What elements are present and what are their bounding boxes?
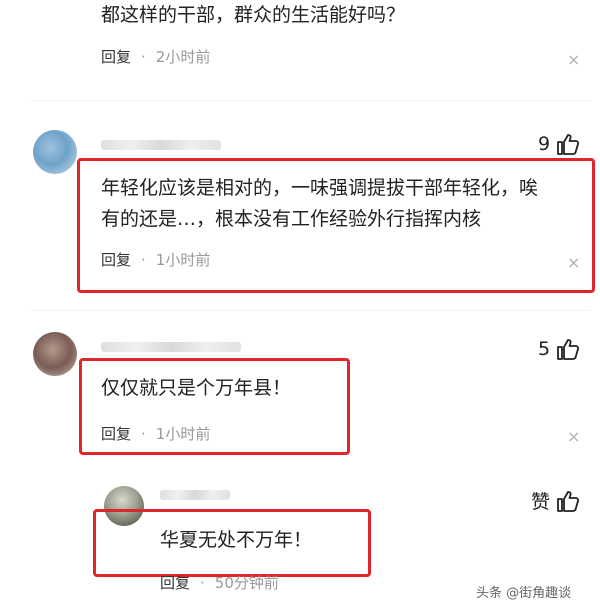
like-label: 赞 xyxy=(531,491,551,513)
comment-meta: 回复 · 50分钟前 xyxy=(160,572,279,593)
comment-text: 华夏无处不万年！ xyxy=(160,529,313,551)
thumbs-up-icon xyxy=(557,490,580,512)
comment-text: 仅仅就只是个万年县！ xyxy=(101,377,292,399)
meta-separator: · xyxy=(141,424,146,443)
comment-meta: 回复 · 1小时前 xyxy=(101,249,210,270)
reply-button[interactable]: 回复 xyxy=(160,572,190,593)
comment-time: 50分钟前 xyxy=(214,574,279,592)
avatar[interactable] xyxy=(33,130,77,174)
thumbs-up-icon xyxy=(557,339,580,360)
comment-text-line: 年轻化应该是相对的，一味强调提拔干部年轻化，唉 xyxy=(101,177,539,199)
reply-button[interactable]: 回复 xyxy=(101,249,131,270)
reply-button[interactable]: 回复 xyxy=(101,46,131,67)
comment-time: 1小时前 xyxy=(155,251,211,269)
comment-meta: 回复 · 1小时前 xyxy=(101,423,210,444)
meta-separator: · xyxy=(141,250,146,269)
comment-time: 1小时前 xyxy=(155,425,211,443)
like-count: 5 xyxy=(538,338,551,360)
username-blurred[interactable] xyxy=(101,140,221,150)
meta-separator: · xyxy=(200,573,205,592)
comment-text: 都这样的干部，群众的生活能好吗？ xyxy=(101,4,406,26)
username-blurred[interactable] xyxy=(101,342,241,352)
like-counter[interactable]: 赞 xyxy=(531,487,580,514)
like-counter[interactable]: 5 xyxy=(538,338,580,360)
comment-text-line: 有的还是…，根本没有工作经验外行指挥内核 xyxy=(101,208,482,230)
reply-button[interactable]: 回复 xyxy=(101,423,131,444)
username-blurred[interactable] xyxy=(160,490,230,500)
like-counter[interactable]: 9 xyxy=(538,133,580,155)
watermark: 头条 @街角趣谈 xyxy=(476,586,572,601)
meta-separator: · xyxy=(141,47,146,66)
thumbs-up-icon xyxy=(557,134,580,155)
close-icon[interactable]: × xyxy=(567,427,580,446)
divider xyxy=(30,310,590,311)
comment-time: 2小时前 xyxy=(155,48,211,66)
like-count: 9 xyxy=(538,133,551,155)
close-icon[interactable]: × xyxy=(567,253,580,272)
comment-meta: 回复 · 2小时前 xyxy=(101,46,210,67)
close-icon[interactable]: × xyxy=(567,50,580,69)
avatar[interactable] xyxy=(33,332,77,376)
divider xyxy=(30,100,590,101)
